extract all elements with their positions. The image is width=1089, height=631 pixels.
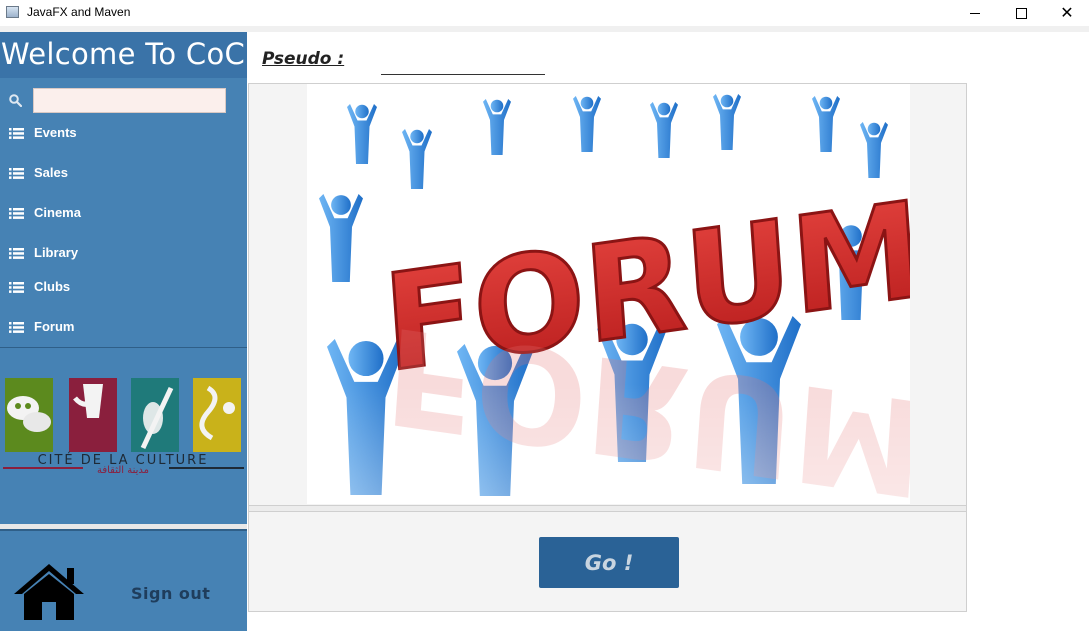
sidebar-item-forum[interactable]: Forum [0, 312, 247, 342]
minimize-icon [970, 12, 980, 14]
welcome-title: Welcome To CoC [1, 37, 246, 71]
list-icon [9, 282, 24, 293]
pseudo-input[interactable] [381, 52, 545, 75]
sidebar-item-clubs[interactable]: Clubs [0, 272, 247, 302]
sidebar-item-sales[interactable]: Sales [0, 158, 247, 188]
window-titlebar: JavaFX and Maven ✕ [0, 0, 1089, 26]
close-icon: ✕ [1060, 3, 1074, 22]
sidebar-item-events[interactable]: Events [0, 118, 247, 148]
sidebar-divider-shadow [0, 529, 247, 531]
logo-text-ar: مدينة الثقافة [97, 465, 149, 476]
maximize-icon [1015, 7, 1027, 19]
list-icon [9, 128, 24, 139]
minimize-button[interactable] [952, 0, 998, 26]
sidebar-item-label: Events [34, 125, 77, 140]
list-icon [9, 248, 24, 259]
sidebar: Welcome To CoC Events Sales Cinema Libra… [0, 32, 247, 631]
sidebar-header: Welcome To CoC [0, 32, 247, 78]
app-icon [6, 6, 19, 18]
sidebar-item-label: Clubs [34, 279, 71, 294]
sign-out-link[interactable]: Sign out [131, 584, 210, 603]
sidebar-item-library[interactable]: Library [0, 238, 247, 268]
window-title: JavaFX and Maven [27, 5, 131, 19]
panel-divider [249, 505, 966, 512]
go-button[interactable]: Go ! [539, 537, 679, 588]
sidebar-item-label: Library [34, 245, 79, 260]
close-button[interactable]: ✕ [1044, 0, 1089, 26]
logo-panel: CITÉ DE LA CULTURE مدينة الثقافة [0, 347, 247, 526]
forum-illustration: FORUM FORUM [307, 94, 910, 504]
sidebar-item-cinema[interactable]: Cinema [0, 198, 247, 228]
maximize-button[interactable] [998, 0, 1044, 26]
pseudo-label: Pseudo : [262, 49, 345, 69]
sidebar-item-label: Cinema [34, 205, 81, 220]
search-input[interactable] [33, 88, 226, 113]
home-icon[interactable] [12, 562, 86, 622]
search-icon [9, 94, 22, 107]
list-icon [9, 208, 24, 219]
sidebar-item-label: Forum [34, 319, 75, 334]
cite-de-la-culture-logo: CITÉ DE LA CULTURE مدينة الثقافة [3, 378, 244, 476]
search-row [0, 88, 247, 114]
list-icon [9, 168, 24, 179]
forum-image: FORUM FORUM [307, 84, 910, 504]
sidebar-item-label: Sales [34, 165, 68, 180]
list-icon [9, 322, 24, 333]
